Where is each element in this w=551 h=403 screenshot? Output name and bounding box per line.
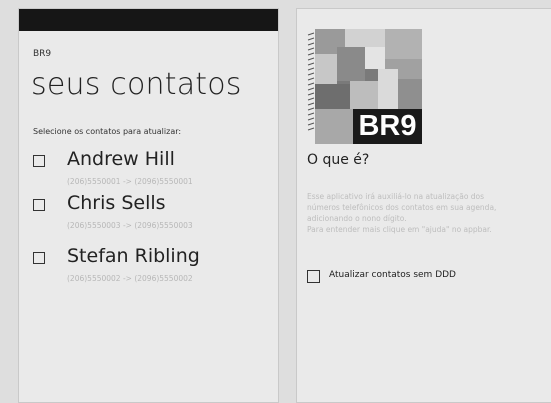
section-title: O que é? — [307, 152, 370, 168]
contact-phone: (206)5550001 -> (2096)5550001 — [67, 177, 193, 186]
contact-checkbox[interactable] — [33, 199, 45, 211]
contact-name: Stefan Ribling — [67, 245, 200, 267]
description-line: Esse aplicativo irá auxiliá-lo na atuali… — [307, 192, 485, 201]
description-line: números telefônicos dos contatos em sua … — [307, 203, 497, 212]
update-without-ddd-checkbox[interactable] — [307, 270, 320, 283]
left-phone-screen: BR9 seus contatos Selecione os contatos … — [18, 8, 279, 403]
description-line: Para entender mais clique em "ajuda" no … — [307, 225, 492, 234]
contact-checkbox[interactable] — [33, 155, 45, 167]
description-line: adicionando o nono dígito. — [307, 214, 407, 223]
logo-text: BR9 — [353, 109, 422, 144]
option-label: Atualizar contatos sem DDD — [329, 270, 456, 280]
contact-phone: (206)5550002 -> (2096)5550002 — [67, 274, 193, 283]
app-logo: BR9 — [307, 29, 422, 144]
status-bar — [19, 9, 278, 31]
description-text: Esse aplicativo irá auxiliá-lo na atuali… — [307, 191, 551, 235]
spiral-binding-icon — [307, 29, 315, 144]
app-title: BR9 — [33, 49, 52, 59]
contact-phone: (206)5550003 -> (2096)5550003 — [67, 221, 193, 230]
page-title: seus contatos — [31, 67, 242, 102]
right-phone-screen: BR9 O que é? Esse aplicativo irá auxiliá… — [296, 8, 551, 403]
instructions-text: Selecione os contatos para atualizar: — [33, 127, 182, 136]
contact-checkbox[interactable] — [33, 252, 45, 264]
contact-name: Chris Sells — [67, 192, 166, 214]
contact-name: Andrew Hill — [67, 148, 175, 170]
